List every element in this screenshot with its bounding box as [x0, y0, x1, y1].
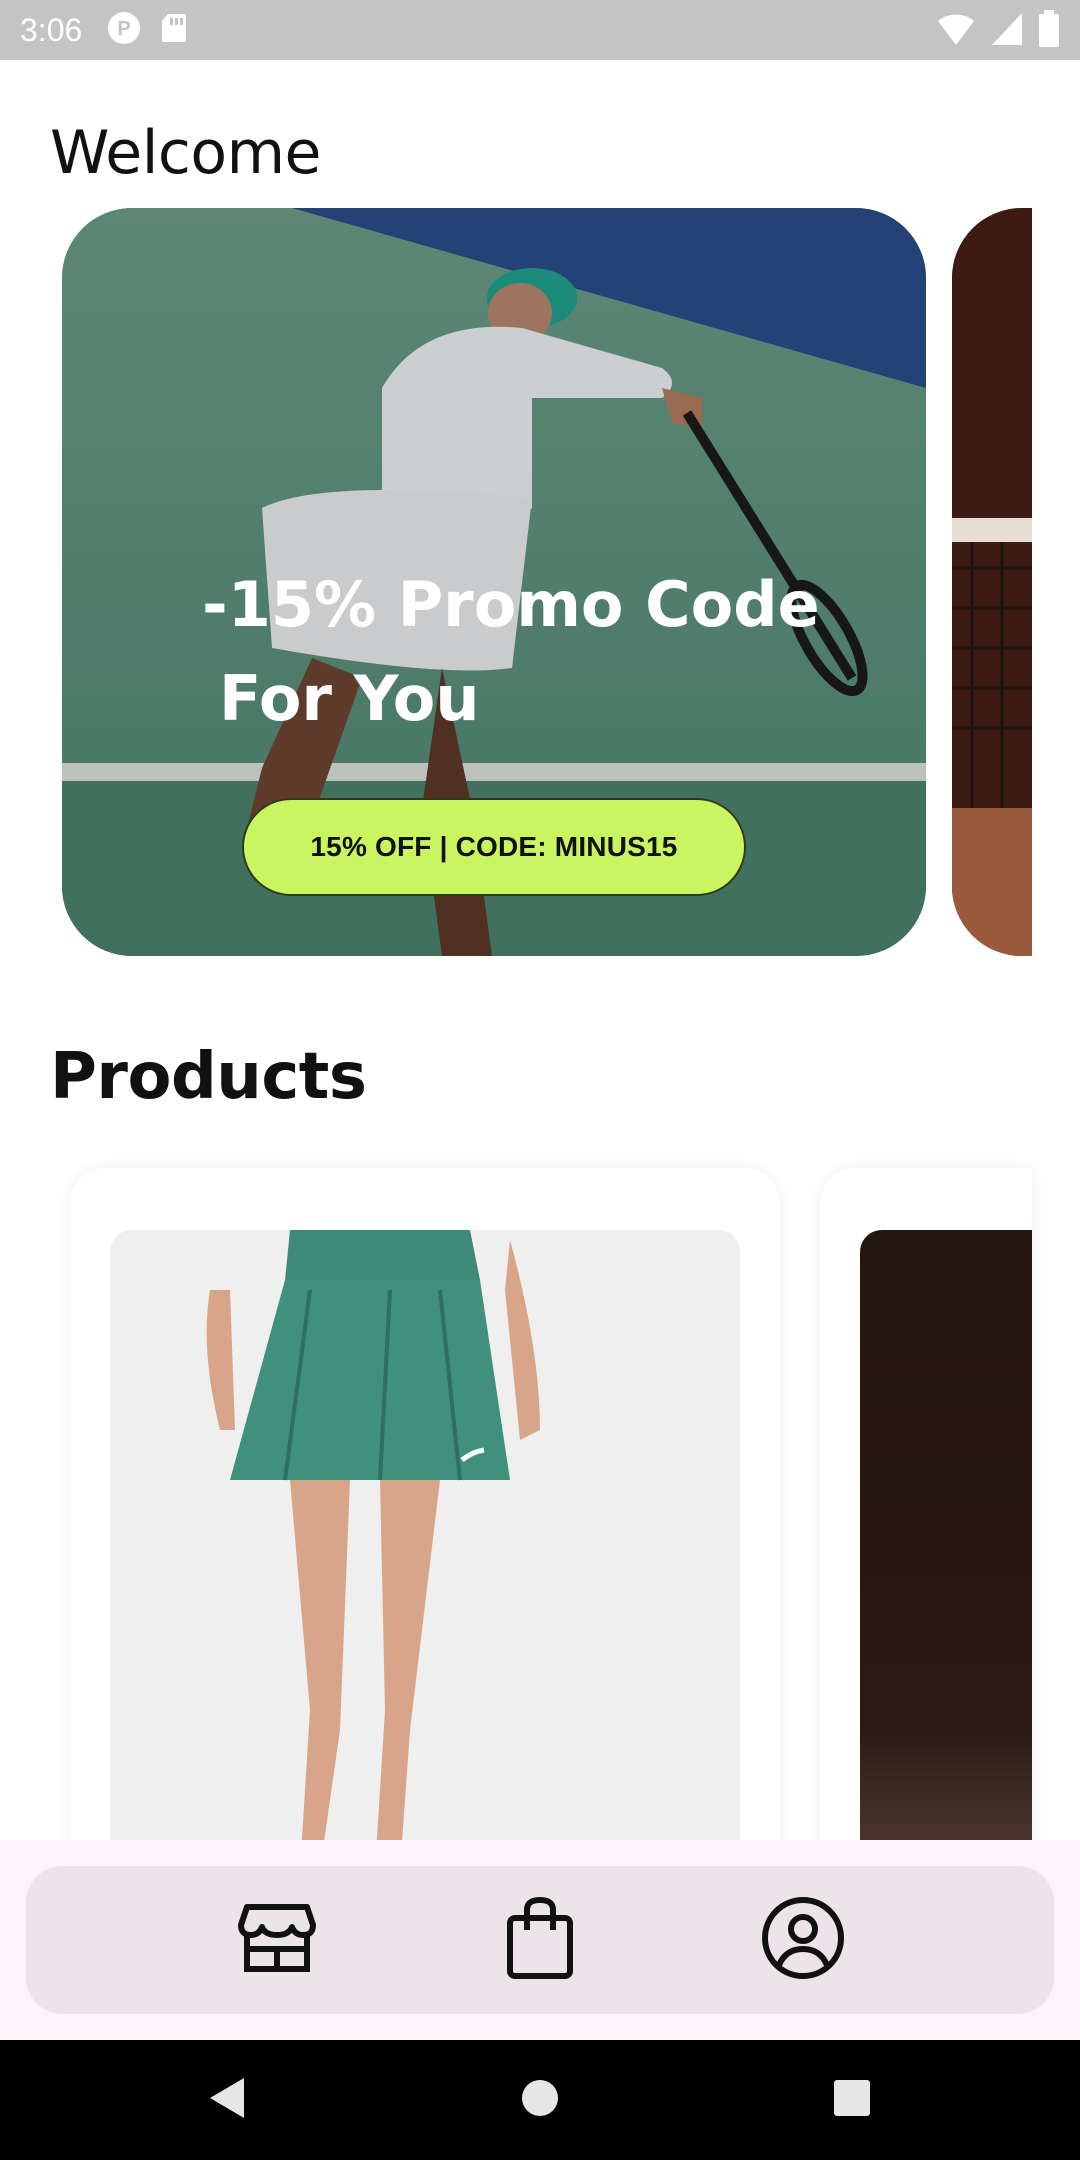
recents-button[interactable] — [822, 2070, 882, 2130]
promo-banner-next[interactable] — [952, 208, 1032, 956]
nav-account-button[interactable] — [748, 1885, 858, 1995]
nav-store-button[interactable] — [222, 1885, 332, 1995]
promo-image-next — [952, 208, 1032, 956]
promo-code-button[interactable]: 15% OFF | CODE: MINUS15 — [242, 798, 746, 896]
page-title: Welcome — [50, 118, 321, 188]
svg-text:P: P — [118, 18, 131, 40]
products-title: Products — [50, 1040, 367, 1114]
shopping-bag-icon — [505, 1896, 575, 1984]
promo-title-line1: -15% Promo Code — [202, 568, 820, 641]
home-button[interactable] — [510, 2070, 570, 2130]
status-time: 3:06 — [20, 11, 83, 48]
sd-card-icon — [160, 12, 188, 48]
store-icon — [237, 1903, 317, 1977]
home-icon — [520, 2078, 560, 2122]
recents-icon — [832, 2078, 872, 2122]
battery-icon — [1038, 10, 1060, 52]
back-icon — [204, 2074, 248, 2126]
bottom-nav-area — [0, 1840, 1080, 2040]
nav-bag-button[interactable] — [485, 1885, 595, 1995]
wifi-icon — [936, 11, 976, 51]
system-nav-bar — [0, 2040, 1080, 2160]
promo-banner[interactable]: -15% Promo Code For You 15% OFF | CODE: … — [62, 208, 926, 956]
status-bar: 3:06 P — [0, 0, 1080, 60]
notification-p-icon: P — [106, 10, 142, 50]
promo-title-line2: For You — [219, 662, 480, 735]
signal-icon — [990, 11, 1024, 51]
bottom-nav — [26, 1866, 1054, 2014]
account-icon — [760, 1895, 846, 1985]
back-button[interactable] — [196, 2070, 256, 2130]
promo-title: -15% Promo Code For You — [202, 558, 862, 746]
